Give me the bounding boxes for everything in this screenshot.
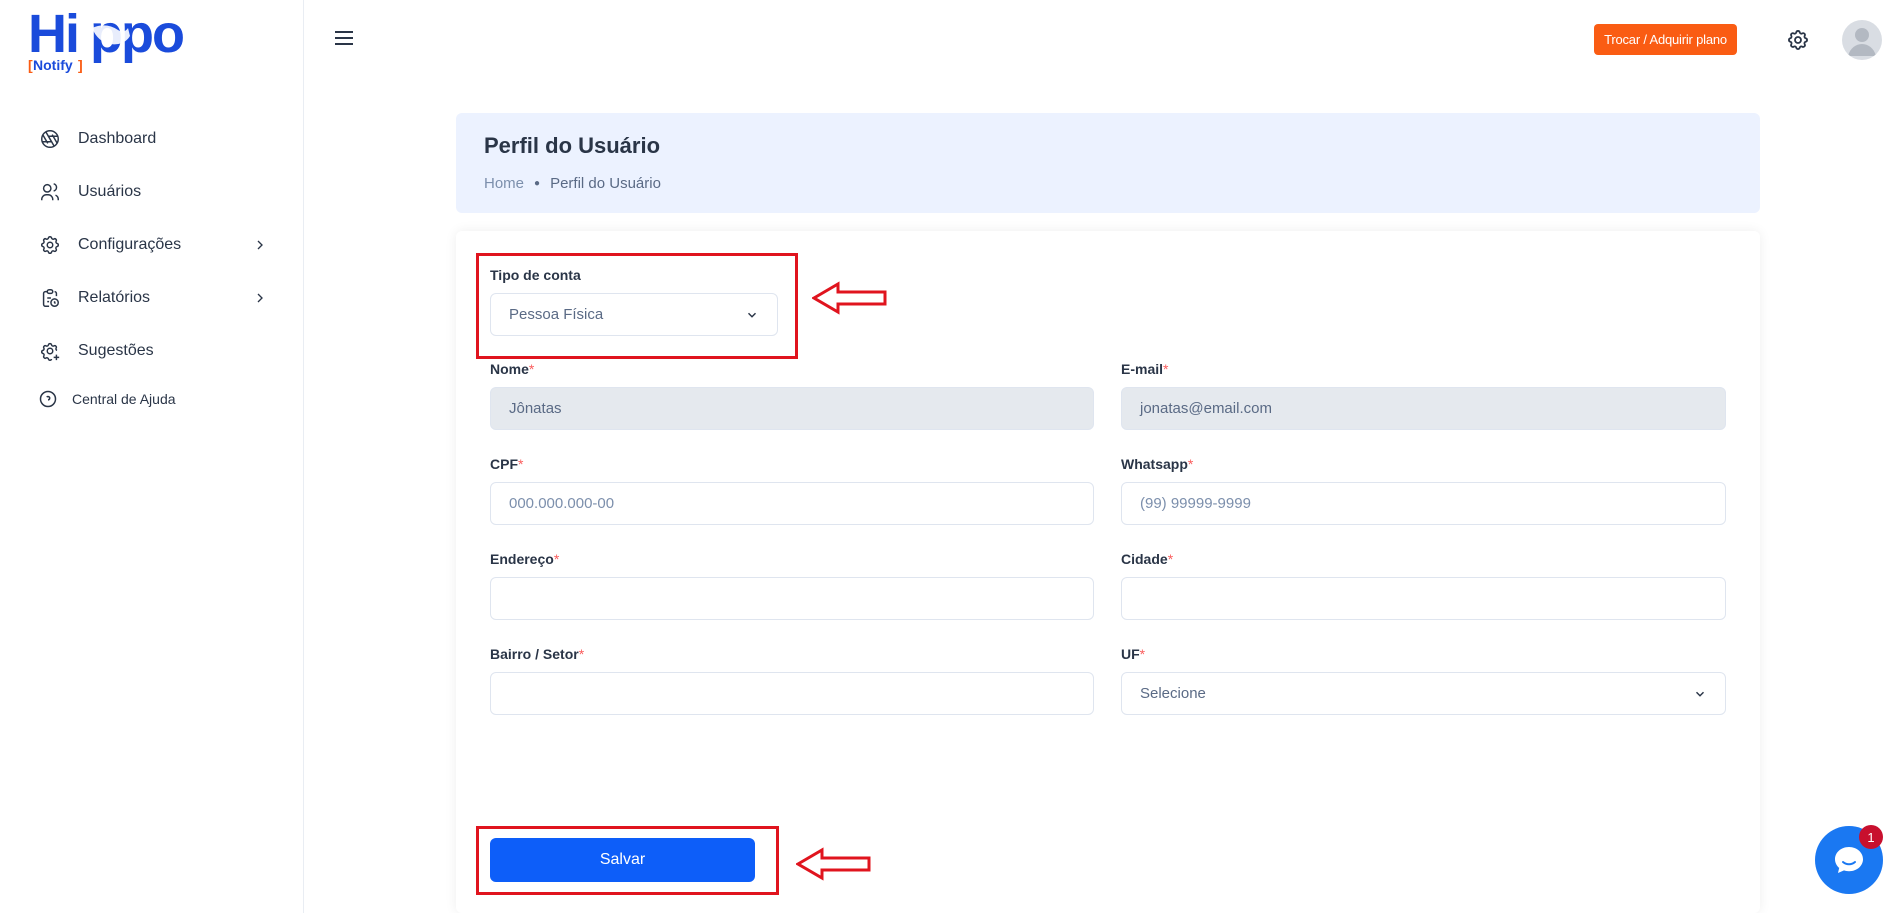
breadcrumb-home-link[interactable]: Home (484, 175, 524, 192)
neighborhood-label: Bairro / Setor* (490, 646, 585, 662)
sidebar-item-label: Usuários (78, 182, 142, 200)
city-field: Cidade* (1121, 551, 1726, 620)
aperture-icon (38, 127, 62, 151)
sidebar-item-label: Dashboard (78, 129, 157, 147)
chat-notification-badge: 1 (1859, 825, 1883, 849)
name-input[interactable]: Jônatas (490, 387, 1094, 430)
address-label: Endereço* (490, 551, 560, 567)
neighborhood-input[interactable] (490, 672, 1094, 715)
page-header-card: Perfil do Usuário Home ● Perfil do Usuár… (456, 113, 1760, 213)
sidebar-item-label: Configurações (78, 235, 182, 253)
annotation-arrow-icon (811, 281, 888, 320)
clipboard-clock-icon (38, 286, 62, 310)
whatsapp-field: Whatsapp* (99) 99999-9999 (1121, 456, 1726, 525)
hippo-logo[interactable]: Hi ppo [ Notify ] (28, 4, 208, 76)
sidebar-item-relatorios[interactable]: Relatórios (38, 271, 268, 324)
email-label: E-mail* (1121, 361, 1169, 377)
uf-field: UF* Selecione (1121, 646, 1726, 715)
uf-select[interactable]: Selecione (1121, 672, 1726, 715)
svg-text:]: ] (78, 57, 83, 73)
sidebar-item-sugestoes[interactable]: Sugestões (38, 324, 268, 377)
sidebar: Hi ppo [ Notify ] Dashboard Usuários Con… (0, 0, 304, 913)
breadcrumb-separator: ● (534, 178, 541, 189)
email-field: E-mail* jonatas@email.com (1121, 361, 1726, 430)
gear-plus-icon (38, 339, 62, 363)
chevron-right-icon (252, 237, 268, 253)
svg-text:Notify: Notify (33, 57, 73, 73)
users-icon (38, 180, 62, 204)
breadcrumb-current: Perfil do Usuário (550, 175, 661, 192)
neighborhood-field: Bairro / Setor* (490, 646, 1094, 715)
address-field: Endereço* (490, 551, 1094, 620)
address-input[interactable] (490, 577, 1094, 620)
uf-value: Selecione (1140, 685, 1206, 702)
annotation-highlight-save (476, 826, 779, 895)
cpf-field: CPF* 000.000.000-00 (490, 456, 1094, 525)
whatsapp-label: Whatsapp* (1121, 456, 1194, 472)
name-label: Nome* (490, 361, 535, 377)
sidebar-nav: Dashboard Usuários Configurações Relatór… (38, 112, 268, 421)
chevron-down-icon (1693, 687, 1707, 701)
name-field: Nome* Jônatas (490, 361, 1094, 430)
sidebar-item-usuarios[interactable]: Usuários (38, 165, 268, 218)
cpf-label: CPF* (490, 456, 524, 472)
city-label: Cidade* (1121, 551, 1174, 567)
annotation-highlight-account-type (476, 253, 798, 359)
whatsapp-input[interactable]: (99) 99999-9999 (1121, 482, 1726, 525)
uf-label: UF* (1121, 646, 1146, 662)
gear-icon (38, 233, 62, 257)
settings-gear-icon[interactable] (1786, 28, 1810, 52)
chevron-right-icon (252, 290, 268, 306)
help-circle-icon (38, 389, 58, 409)
sidebar-item-dashboard[interactable]: Dashboard (38, 112, 268, 165)
city-input[interactable] (1121, 577, 1726, 620)
page-title: Perfil do Usuário (484, 133, 661, 158)
breadcrumb: Home ● Perfil do Usuário (484, 175, 661, 192)
menu-toggle-icon[interactable] (333, 29, 355, 47)
sidebar-item-central-de-ajuda[interactable]: Central de Ajuda (38, 377, 268, 421)
cpf-input[interactable]: 000.000.000-00 (490, 482, 1094, 525)
annotation-arrow-icon (795, 847, 872, 886)
sidebar-item-label: Central de Ajuda (72, 391, 176, 407)
change-plan-button[interactable]: Trocar / Adquirir plano (1594, 24, 1737, 55)
email-input[interactable]: jonatas@email.com (1121, 387, 1726, 430)
sidebar-item-configuracoes[interactable]: Configurações (38, 218, 268, 271)
sidebar-item-label: Relatórios (78, 288, 151, 306)
sidebar-item-label: Sugestões (78, 341, 154, 359)
chat-bubble-icon (1835, 847, 1863, 873)
user-avatar[interactable] (1842, 20, 1882, 60)
svg-text:Hi: Hi (28, 6, 78, 64)
